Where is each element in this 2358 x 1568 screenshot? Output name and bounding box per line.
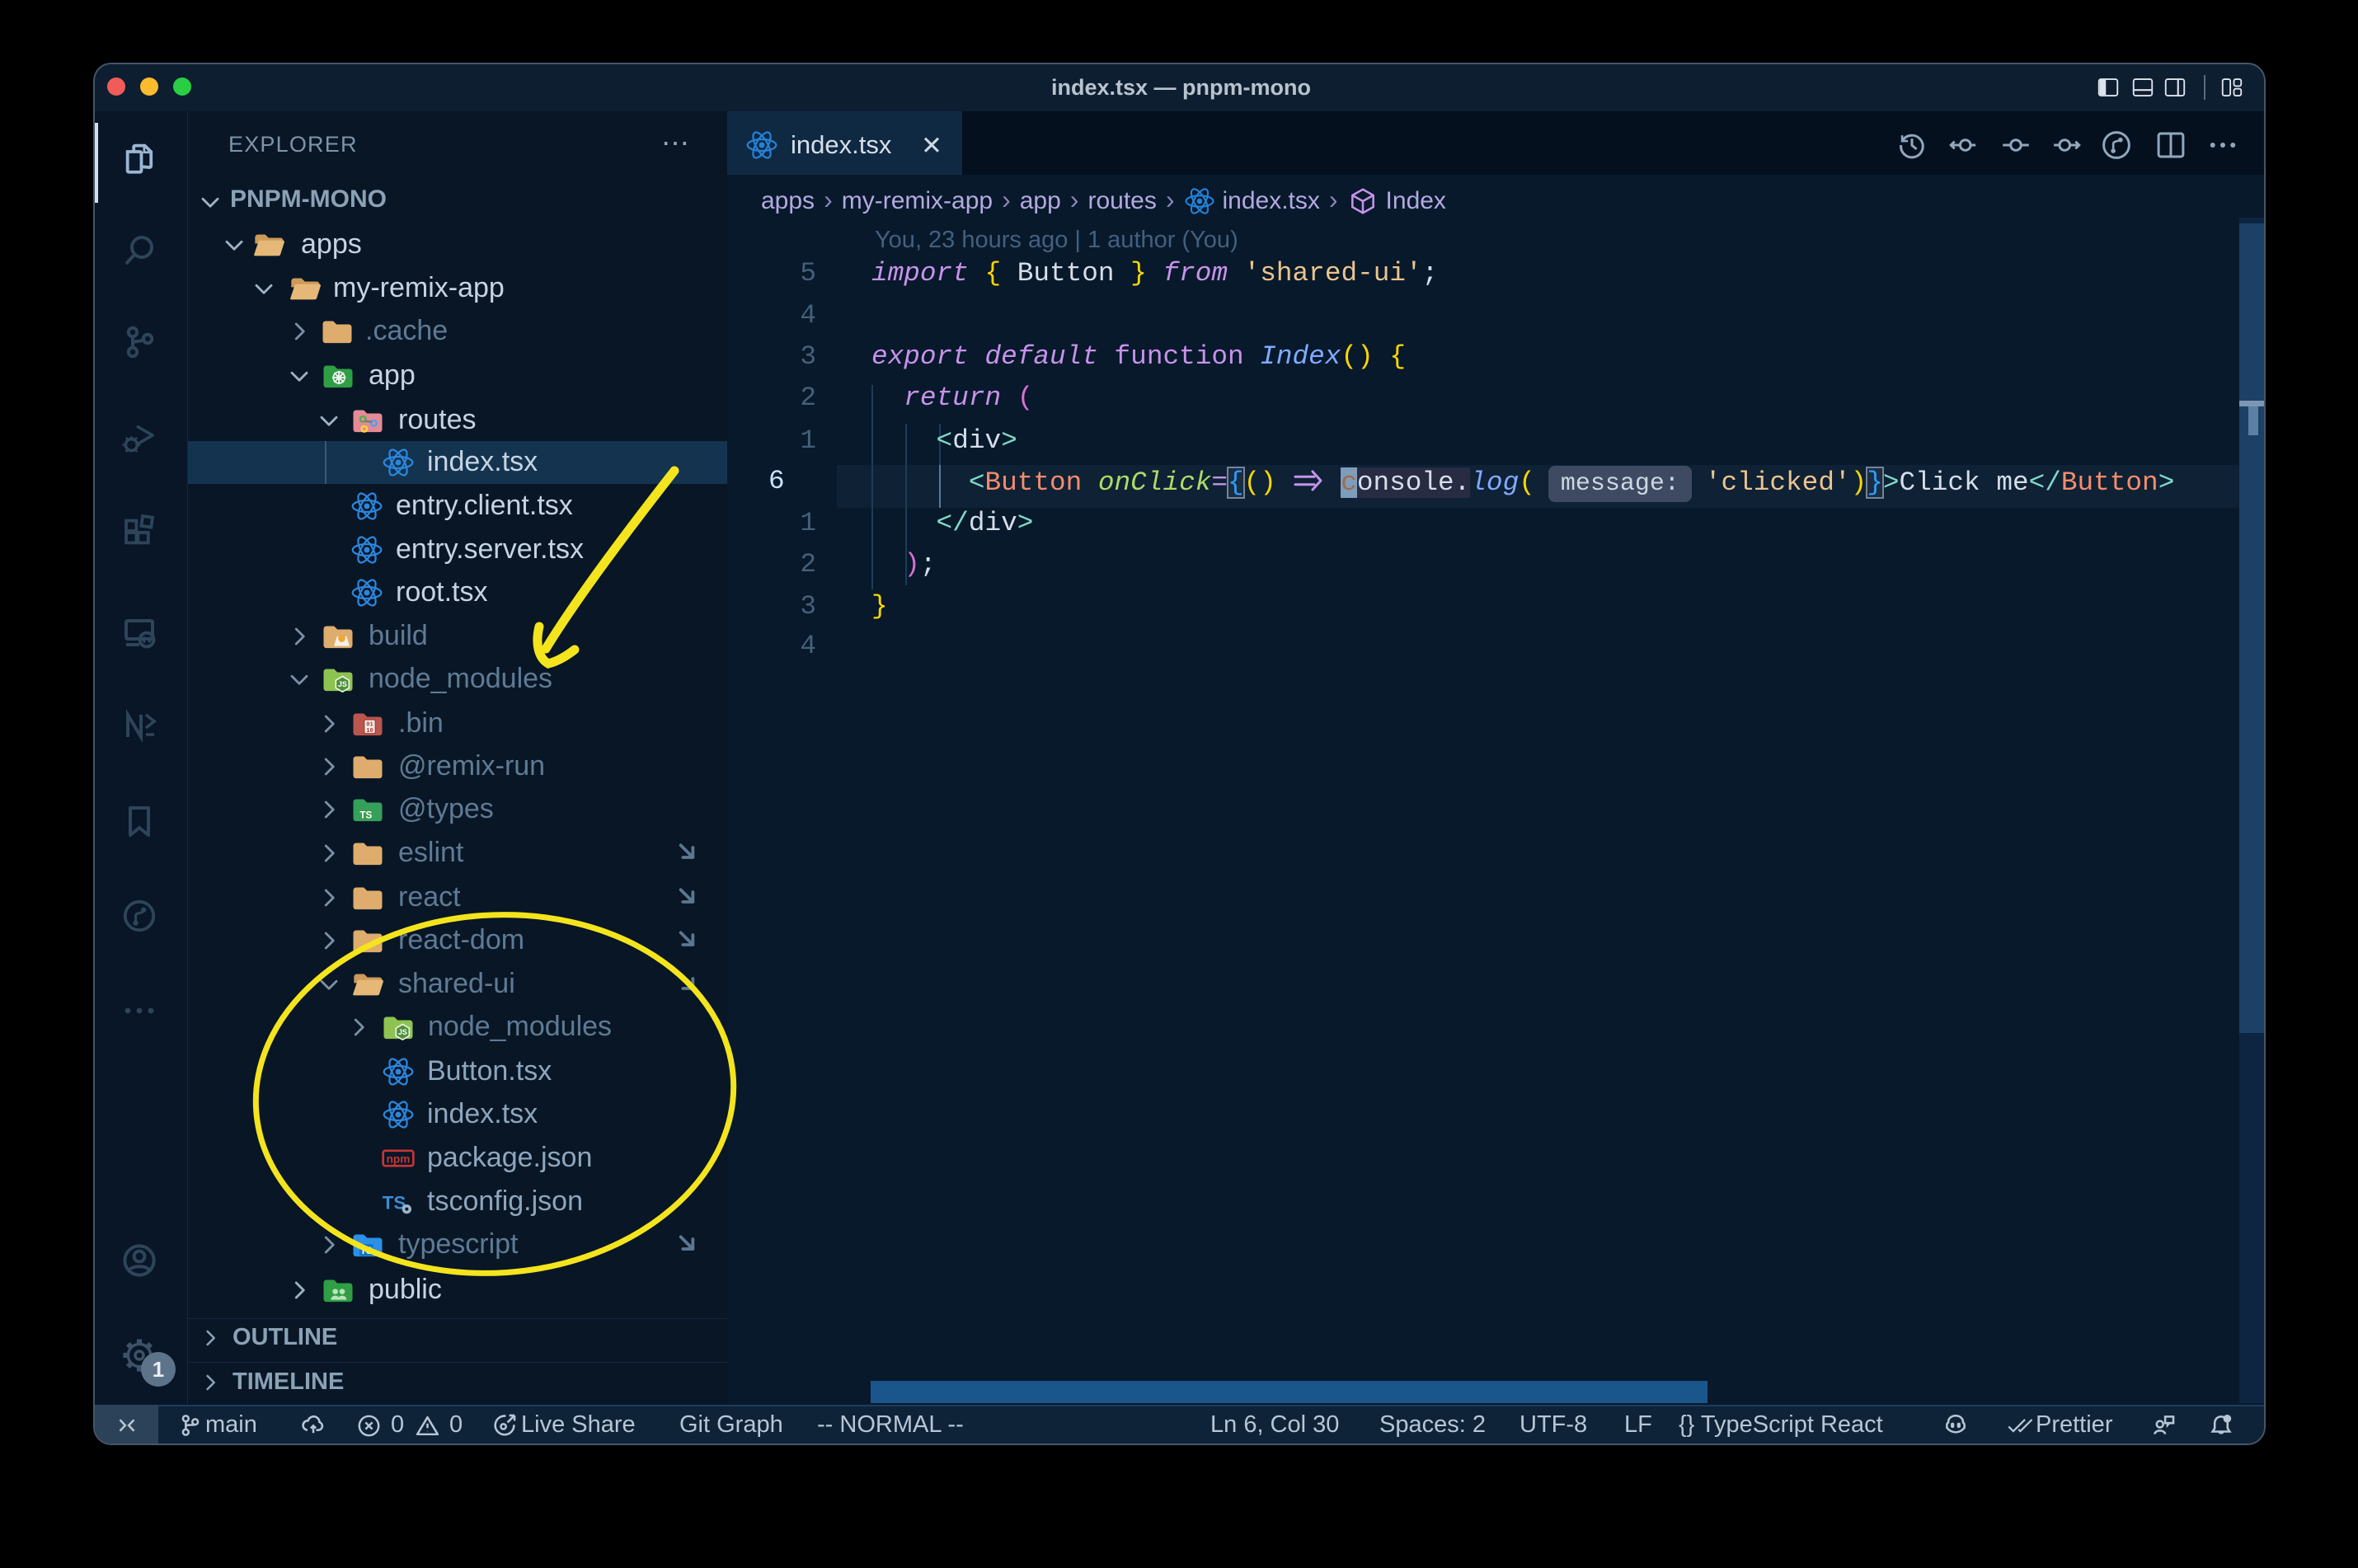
svg-text:TS: TS [360, 1246, 373, 1256]
svg-text:10: 10 [366, 728, 373, 735]
svg-text:TS: TS [359, 810, 372, 821]
svg-text:JS: JS [338, 680, 347, 688]
svg-text:npm: npm [387, 1153, 411, 1166]
svg-text:JS: JS [398, 1028, 407, 1036]
